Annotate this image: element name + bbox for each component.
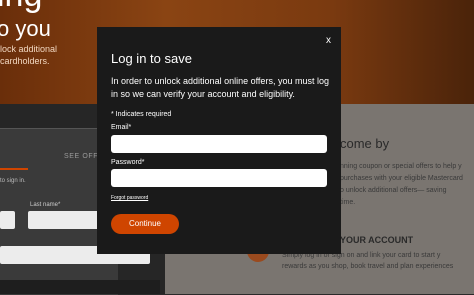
email-label: Email* <box>111 124 132 131</box>
hero-heading-line2: o you <box>0 16 51 41</box>
email-field[interactable] <box>111 135 327 153</box>
first-name-input[interactable] <box>0 211 15 229</box>
close-icon[interactable]: x <box>326 34 331 48</box>
active-tab-indicator <box>0 168 28 170</box>
footer-strip <box>0 280 160 294</box>
info-body: nning coupon or special offers to help y… <box>340 161 474 209</box>
required-note: * Indicates required <box>111 111 172 118</box>
continue-button[interactable]: Continue <box>111 214 179 234</box>
hero-heading-line1: ing <box>0 0 42 12</box>
info-body-line: time. <box>340 199 356 206</box>
description-line: In order to unlock additional online off… <box>111 76 329 86</box>
login-modal: x Log in to save In order to unlock addi… <box>97 27 341 254</box>
signin-hint: to sign in. <box>0 178 26 184</box>
info-body-line: o unlock additional offers— saving <box>340 187 447 194</box>
password-label: Password* <box>111 159 145 166</box>
modal-title: Log in to save <box>111 51 192 66</box>
hero-subtitle-line2: cardholders. <box>0 56 50 66</box>
tab-see-offers[interactable]: SEE OFF <box>64 153 98 160</box>
description-line: in so we can verify your account and eli… <box>111 89 295 99</box>
account-body-line: rewards as you shop, book travel and pla… <box>282 263 454 270</box>
account-heading: YOUR ACCOUNT <box>340 235 414 245</box>
password-field[interactable] <box>111 169 327 187</box>
forgot-password-link[interactable]: Forgot password <box>111 195 148 201</box>
info-body-line: nning coupon or special offers to help y <box>340 163 462 170</box>
info-body-line: purchases with your eligible Mastercard <box>340 175 463 182</box>
hero-subtitle-line1: lock additional <box>0 44 58 54</box>
last-name-label: Last name* <box>30 202 61 208</box>
info-heading: come by <box>340 136 390 151</box>
last-name-input[interactable] <box>28 211 108 229</box>
modal-description: In order to unlock additional online off… <box>111 75 333 101</box>
